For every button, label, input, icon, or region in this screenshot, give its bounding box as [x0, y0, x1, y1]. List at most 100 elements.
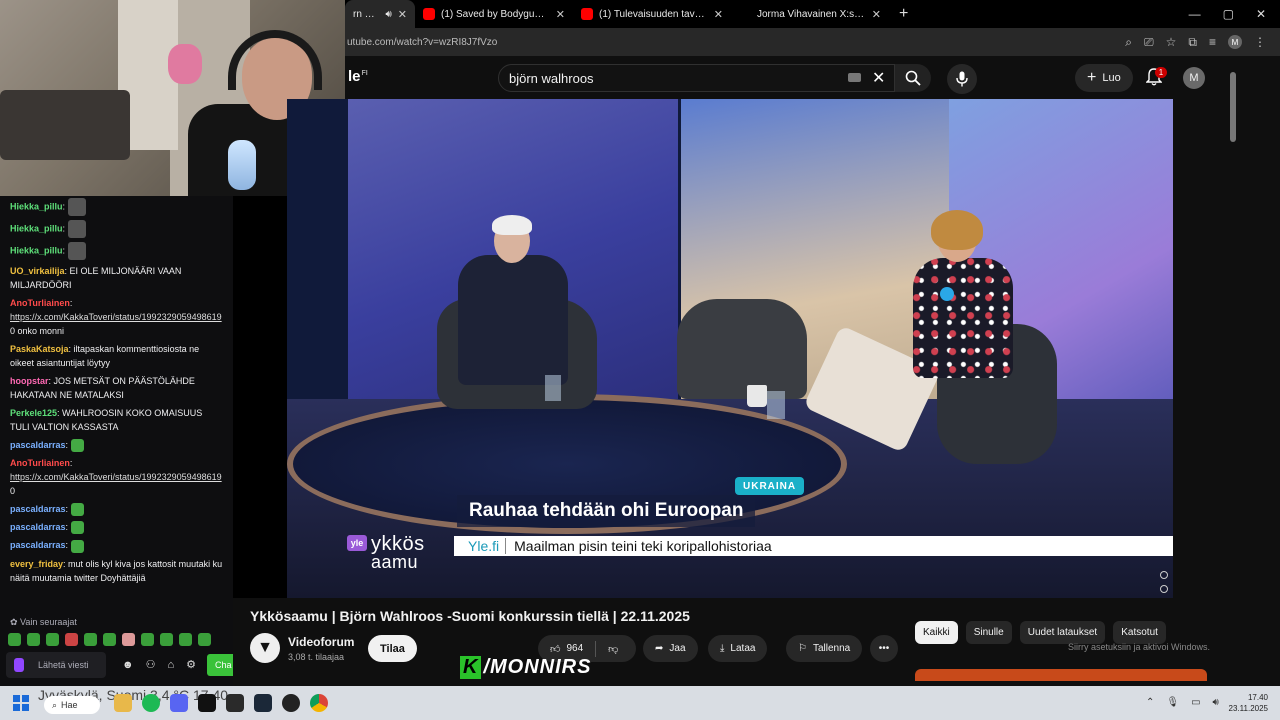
clock-time: 17.40 [1247, 693, 1268, 702]
browser-tab[interactable]: (1) Tulevaisuuden tavoite | 300 ✕ [573, 0, 731, 28]
account-avatar[interactable]: M [1183, 67, 1205, 89]
tab-audio-icon[interactable]: 🔊︎ [385, 9, 391, 20]
chat-username[interactable]: AnoTurliainen [10, 298, 70, 308]
save-button[interactable]: ⚐ Tallenna [786, 635, 863, 662]
steam-icon[interactable] [254, 694, 272, 712]
chat-username[interactable]: UO_virkailija [10, 266, 65, 276]
player-info-icon[interactable] [1160, 585, 1168, 593]
emote-8[interactable] [141, 633, 154, 646]
chat-username[interactable]: every_friday [10, 559, 63, 569]
emote-2[interactable] [27, 633, 40, 646]
page-scrollbar[interactable] [1227, 56, 1239, 686]
like-button[interactable]: 👍︎ 964 [550, 643, 583, 655]
chat-link[interactable]: https://x.com/KakkaToveri/status/1992329… [10, 312, 222, 322]
extensions-icon[interactable]: ⧉ [1188, 35, 1197, 50]
player-settings-icon[interactable] [1160, 571, 1168, 579]
create-button[interactable]: + Luo [1075, 64, 1133, 92]
water-glass [545, 375, 561, 401]
chat-username[interactable]: AnoTurliainen [10, 458, 70, 468]
store-icon[interactable]: ⌂ [167, 658, 174, 672]
channel-name[interactable]: Videoforum [288, 635, 354, 649]
video-player[interactable]: UKRAINA Rauhaa tehdään ohi Euroopan Yle.… [287, 99, 1173, 598]
scrollbar-thumb[interactable] [1230, 72, 1236, 142]
emote-3[interactable] [46, 633, 59, 646]
chat-username[interactable]: Hiekka_pillu [10, 245, 63, 255]
minimize-button[interactable]: — [1189, 7, 1201, 21]
chat-message: Hiekka_pillu: [0, 196, 233, 218]
discord-icon[interactable] [170, 694, 188, 712]
share-button[interactable]: ➦ Jaa [643, 635, 698, 662]
browser-tab[interactable]: Jorma Vihavainen X:ssä: "Björn ✕ [731, 0, 889, 28]
volume-icon[interactable]: 🔊︎ [1213, 697, 1219, 708]
chat-username[interactable]: pascaldarras [10, 522, 66, 532]
emoji-icon[interactable]: ☻ [122, 658, 134, 672]
browser-menu-icon[interactable]: ⋮ [1254, 35, 1266, 49]
emote-6[interactable] [103, 633, 116, 646]
emote-11[interactable] [198, 633, 211, 646]
youtube-logo[interactable]: leFI [348, 68, 368, 85]
badge-icon[interactable] [14, 658, 24, 672]
filter-chip[interactable]: Sinulle [965, 621, 1012, 644]
chat-username[interactable]: pascaldarras [10, 440, 66, 450]
chevron-up-icon[interactable]: ⌃ [1146, 697, 1154, 708]
emote-10[interactable] [179, 633, 192, 646]
notepad-icon[interactable] [226, 694, 244, 712]
points-icon[interactable]: ⚇ [146, 658, 156, 672]
filter-chip[interactable]: Uudet lataukset [1019, 621, 1106, 644]
bookmark-star-icon[interactable]: ☆ [1166, 35, 1177, 49]
subscribe-button[interactable]: Tilaa [368, 635, 417, 662]
browser-tab[interactable]: (1) Saved by Bodyguards in Ma ✕ [415, 0, 573, 28]
emote-1[interactable] [8, 633, 21, 646]
taskbar-search[interactable]: ⌕ Hae [44, 696, 100, 714]
emote-9[interactable] [160, 633, 173, 646]
emote-5[interactable] [84, 633, 97, 646]
file-explorer-icon[interactable] [114, 694, 132, 712]
close-tab-icon[interactable]: ✕ [398, 8, 407, 21]
media-icon[interactable]: ≡ [1209, 35, 1216, 49]
voice-search-button[interactable] [947, 64, 977, 94]
mic-tray-icon[interactable]: 🎙︎ [1166, 697, 1179, 708]
network-icon[interactable]: ▭ [1191, 697, 1200, 708]
chat-link[interactable]: https://x.com/KakkaToveri/status/1992329… [10, 472, 222, 482]
close-tab-icon[interactable]: ✕ [556, 8, 565, 21]
gear-icon[interactable]: ⚙ [186, 658, 196, 672]
windows-start-icon[interactable] [13, 695, 29, 711]
profile-avatar[interactable]: M [1228, 35, 1242, 49]
chat-username[interactable]: pascaldarras [10, 540, 66, 550]
recommended-thumbnail[interactable] [915, 669, 1207, 681]
cast-icon[interactable]: ⎚ [1144, 35, 1154, 50]
zoom-icon[interactable]: ⌕ [1125, 35, 1132, 50]
close-tab-icon[interactable]: ✕ [872, 8, 881, 21]
close-tab-icon[interactable]: ✕ [714, 8, 723, 21]
filter-chip[interactable]: Kaikki [915, 621, 958, 644]
browser-tab[interactable]: rn Wahl 🔊︎ ✕ [345, 0, 415, 28]
emote-4[interactable] [65, 633, 78, 646]
filter-chip[interactable]: Katsotut [1113, 621, 1166, 644]
more-actions-button[interactable]: ••• [870, 635, 898, 662]
download-button[interactable]: ⤓ Lataa [708, 635, 768, 662]
new-tab-button[interactable]: + [889, 5, 918, 23]
keyboard-icon[interactable] [848, 73, 861, 82]
chat-username[interactable]: hoopstar [10, 376, 49, 386]
emote-7[interactable] [122, 633, 135, 646]
channel-avatar[interactable]: ▼ [250, 633, 280, 663]
taskbar-clock[interactable]: 17.40 23.11.2025 [1228, 692, 1268, 714]
search-button[interactable] [895, 64, 931, 92]
chat-username[interactable]: PaskaKatsoja [10, 344, 69, 354]
x-app-icon[interactable] [198, 694, 216, 712]
chat-send-button[interactable]: Cha [207, 654, 233, 676]
close-window-button[interactable]: ✕ [1256, 7, 1266, 21]
dislike-button[interactable]: 👎︎ [608, 643, 618, 655]
clear-search-icon[interactable]: ✕ [872, 68, 885, 88]
chat-message: pascaldarras: [0, 536, 233, 554]
maximize-button[interactable]: ▢ [1223, 7, 1234, 21]
chrome-icon[interactable] [310, 694, 328, 712]
url-field[interactable]: utube.com/watch?v=wzRI8J7fVzo [347, 37, 497, 48]
chat-username[interactable]: Perkele125 [10, 408, 57, 418]
obs-icon[interactable] [282, 694, 300, 712]
search-input[interactable]: björn walhroos [498, 64, 895, 92]
spotify-icon[interactable] [142, 694, 160, 712]
chat-username[interactable]: pascaldarras [10, 504, 66, 514]
chat-username[interactable]: Hiekka_pillu [10, 223, 63, 233]
chat-username[interactable]: Hiekka_pillu [10, 201, 63, 211]
